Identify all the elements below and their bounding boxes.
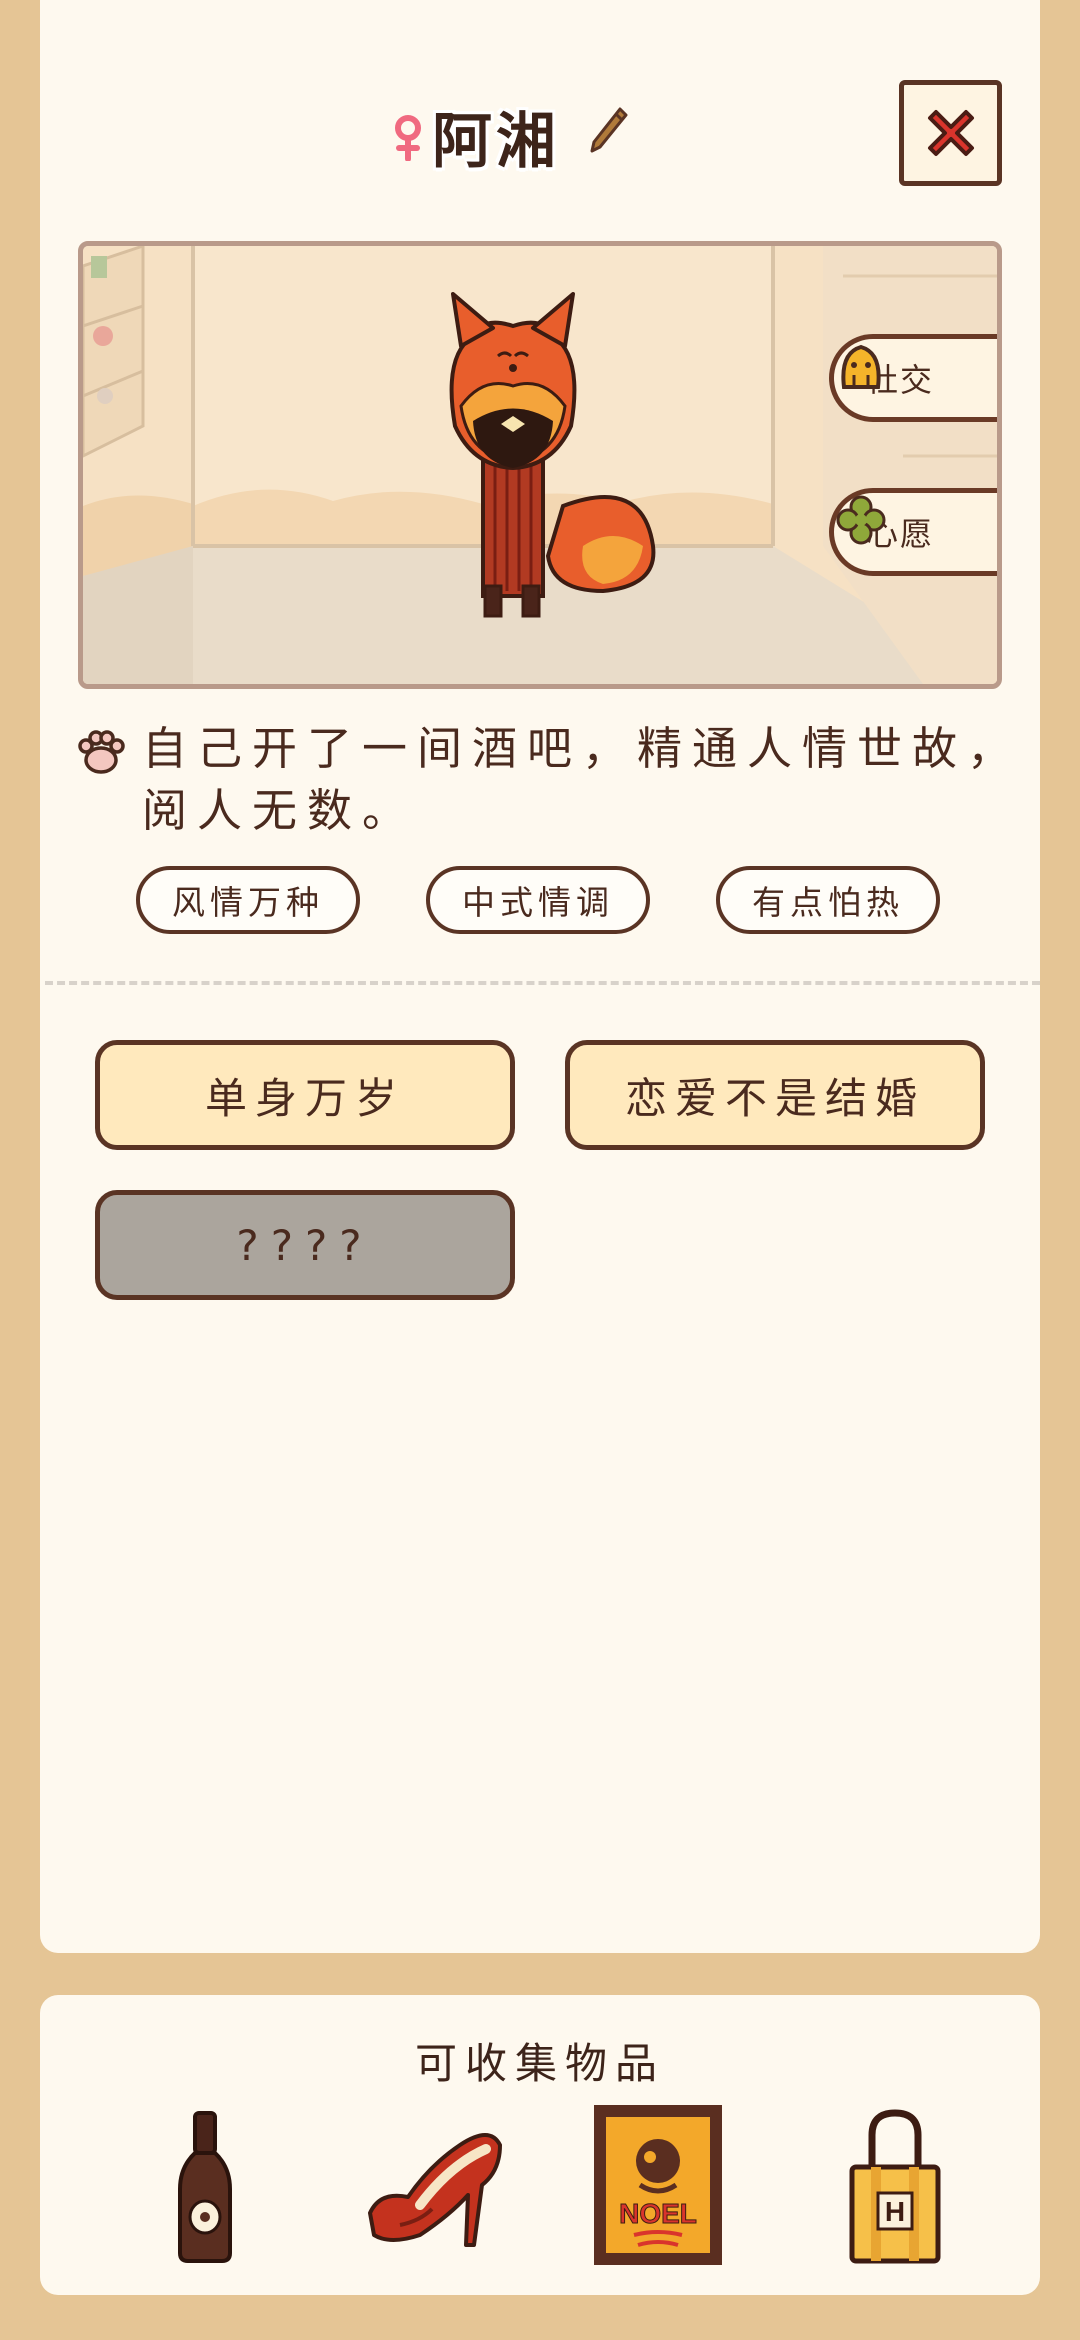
bottle-icon[interactable] bbox=[140, 2105, 270, 2265]
trait-tag: 中式情调 bbox=[426, 866, 650, 934]
option-button[interactable]: 恋爱不是结婚 bbox=[565, 1040, 985, 1150]
dashed-divider bbox=[45, 981, 1040, 985]
bag-letter: H bbox=[885, 2196, 905, 2227]
character-card: 阿湘 社交 心愿 自己开了一间酒吧，精通人情世故，阅人无数。 风情万种 中式情调… bbox=[40, 0, 1040, 1953]
paw-icon bbox=[78, 730, 125, 774]
pencil-icon[interactable] bbox=[588, 105, 630, 155]
shopping-bag-icon[interactable]: H bbox=[830, 2105, 960, 2265]
collectibles-title: 可收集物品 bbox=[414, 2039, 665, 2088]
social-icon bbox=[841, 344, 881, 389]
clover-icon bbox=[836, 495, 886, 545]
option-button[interactable]: 单身万岁 bbox=[95, 1040, 515, 1150]
close-button[interactable] bbox=[899, 80, 1002, 186]
collectibles-panel: 可收集物品 NOEL H bbox=[40, 1995, 1040, 2295]
character-description: 自己开了一间酒吧，精通人情世故，阅人无数。 bbox=[142, 722, 1023, 837]
close-icon bbox=[927, 110, 974, 156]
social-button[interactable]: 社交 bbox=[829, 334, 997, 422]
locked-option-button[interactable]: ???? bbox=[95, 1190, 515, 1300]
character-scene: 社交 心愿 bbox=[78, 241, 1002, 689]
poster-text: NOEL bbox=[619, 2198, 697, 2229]
female-icon bbox=[395, 115, 421, 161]
high-heels-icon[interactable] bbox=[350, 2105, 510, 2265]
trait-tag: 风情万种 bbox=[136, 866, 360, 934]
character-header: 阿湘 bbox=[40, 95, 1040, 177]
trait-tags: 风情万种 中式情调 有点怕热 bbox=[136, 866, 986, 936]
character-name: 阿湘 bbox=[432, 107, 560, 177]
noel-poster-icon[interactable]: NOEL bbox=[590, 2105, 730, 2265]
trait-tag: 有点怕热 bbox=[716, 866, 940, 934]
room-illustration bbox=[83, 246, 997, 684]
wish-button[interactable]: 心愿 bbox=[829, 488, 997, 576]
